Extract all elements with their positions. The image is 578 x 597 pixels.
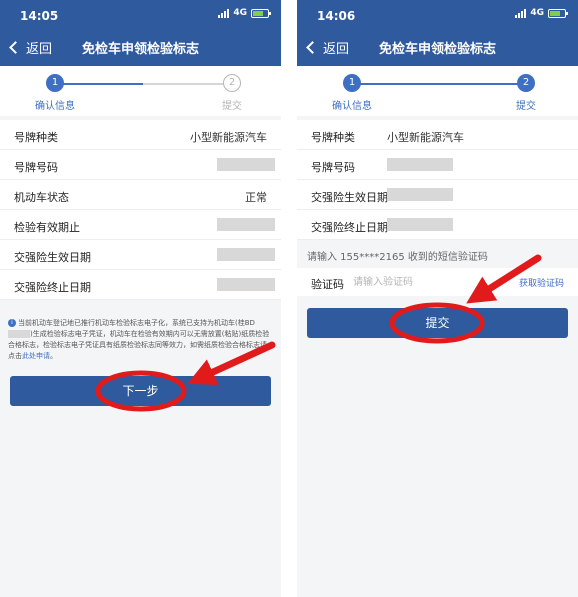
field-value: 小型新能源汽车 [387,131,464,144]
step-2-label: 提交 [222,101,242,112]
step-indicator: 1 2 确认信息 提交 [0,66,281,116]
field-row-insurance-end: 交强险终止日期 [0,270,281,300]
field-label: 机动车状态 [14,191,69,204]
step-2-label: 提交 [516,101,536,112]
field-label: 检验有效期止 [14,221,80,234]
sms-hint: 请输入 155****2165 收到的短信验证码 [307,252,488,263]
field-row-insurance-start: 交强险生效日期 [297,180,578,210]
step-1-label: 确认信息 [35,101,75,112]
field-label: 交强险终止日期 [311,221,388,234]
field-label: 号牌种类 [14,131,58,144]
battery-icon [548,8,568,18]
field-label: 交强险终止日期 [14,281,91,294]
redacted-value [387,188,453,201]
step-1-label: 确认信息 [332,101,372,112]
signal-icon [515,8,527,18]
apply-paper-link[interactable]: 此处申请 [22,352,50,360]
field-row-insurance-end: 交强险终止日期 [297,210,578,240]
header-bar: 14:06 4G 返回 免检车申领检验标志 [297,0,578,66]
battery-icon [251,8,271,18]
signal-icon [218,8,230,18]
status-bar: 14:05 4G [0,0,281,30]
field-row-insurance-start: 交强险生效日期 [0,240,281,270]
redacted-value [217,278,275,291]
phone-screen-confirm: 14:05 4G 返回 免检车申领检验标志 1 2 确认信息 提交 号牌种类 小… [0,0,281,597]
electronic-sticker-notice: i 当前机动车登记地已推行机动车检验标志电子化，系统已支持为机动车(桂BD)生成检… [8,318,273,362]
field-row-plate-number: 号牌号码 [0,150,281,180]
redacted-value [217,218,275,231]
step-2-dot: 2 [223,74,241,92]
system-icons: 4G [515,8,568,18]
field-label: 交强险生效日期 [311,191,388,204]
redacted-value [387,158,453,171]
field-value: 正常 [245,191,267,204]
page-title: 免检车申领检验标志 [378,42,496,57]
code-label: 验证码 [311,278,344,291]
get-code-button[interactable]: 获取验证码 [519,276,564,289]
vehicle-info-list: 号牌种类 小型新能源汽车 号牌号码 交强险生效日期 交强险终止日期 [297,120,578,240]
page-title: 免检车申领检验标志 [81,42,199,57]
submit-button[interactable]: 提交 [307,308,568,338]
phone-screen-submit: 14:06 4G 返回 免检车申领检验标志 1 2 确认信息 提交 号牌种类 小… [297,0,578,597]
notice-end: 。 [50,352,57,360]
step-progress-line [58,83,228,85]
field-row-plate-type: 号牌种类 小型新能源汽车 [297,120,578,150]
redacted-value [217,158,275,171]
field-row-plate-number: 号牌号码 [297,150,578,180]
redacted-value [387,218,453,231]
network-type: 4G [233,8,247,18]
redacted-plate [8,330,30,338]
vehicle-info-list: 号牌种类 小型新能源汽车 号牌号码 机动车状态 正常 检验有效期止 交强险生效日… [0,120,281,300]
info-icon: i [8,319,16,327]
verification-code-row: 验证码 获取验证码 [297,268,578,296]
field-row-inspection-expiry: 检验有效期止 [0,210,281,240]
status-time: 14:06 [317,9,356,23]
notice-text-1: 当前机动车登记地已推行机动车检验标志电子化，系统已支持为机动车(桂BD [18,319,255,327]
next-step-button[interactable]: 下一步 [10,376,271,406]
step-1-dot: 1 [46,74,64,92]
nav-bar: 返回 免检车申领检验标志 [0,32,281,62]
network-type: 4G [530,8,544,18]
step-1-dot: 1 [343,74,361,92]
field-label: 号牌号码 [14,161,58,174]
status-time: 14:05 [20,9,59,23]
field-label: 交强险生效日期 [14,251,91,264]
field-row-plate-type: 号牌种类 小型新能源汽车 [0,120,281,150]
status-bar: 14:06 4G [297,0,578,30]
field-label: 号牌号码 [311,161,355,174]
verification-code-input[interactable] [353,274,483,290]
nav-bar: 返回 免检车申领检验标志 [297,32,578,62]
field-row-vehicle-status: 机动车状态 正常 [0,180,281,210]
field-label: 号牌种类 [311,131,355,144]
step-2-dot: 2 [517,74,535,92]
field-value: 小型新能源汽车 [190,131,267,144]
system-icons: 4G [218,8,271,18]
step-progress-line [355,83,525,85]
header-bar: 14:05 4G 返回 免检车申领检验标志 [0,0,281,66]
step-indicator: 1 2 确认信息 提交 [297,66,578,116]
redacted-value [217,248,275,261]
